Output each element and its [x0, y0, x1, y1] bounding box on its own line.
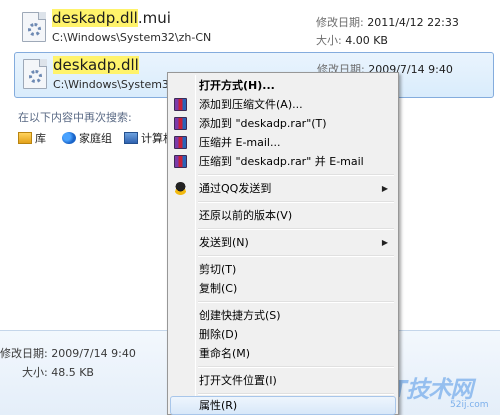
menu-separator: [198, 174, 394, 176]
winrar-icon: [174, 155, 187, 168]
file-name: deskadp.dll.mui: [52, 9, 171, 27]
submenu-arrow-icon: ▶: [381, 184, 388, 193]
menu-separator: [198, 255, 394, 257]
search-again-title: 在以下内容中再次搜索:: [18, 111, 132, 124]
winrar-icon: [174, 98, 187, 111]
menu-item-compress-and-email[interactable]: 压缩并 E-mail...: [170, 133, 396, 152]
result-item-deskadp-dll-mui[interactable]: deskadp.dll.mui C:\Windows\System32\zh-C…: [14, 6, 494, 50]
details-size: 大小: 48.5 KB: [22, 366, 94, 379]
dll-file-icon: [23, 59, 47, 89]
winrar-icon: [174, 117, 187, 130]
library-icon: [18, 132, 32, 144]
menu-item-properties[interactable]: 属性(R): [170, 396, 396, 415]
menu-item-add-to-archive[interactable]: 添加到压缩文件(A)...: [170, 95, 396, 114]
menu-separator: [198, 201, 394, 203]
menu-separator: [198, 228, 394, 230]
menu-item-rename[interactable]: 重命名(M): [170, 344, 396, 363]
qq-icon: [174, 182, 187, 195]
file-name: deskadp.dll: [53, 56, 139, 74]
submenu-arrow-icon: ▶: [381, 238, 388, 247]
details-modified-date: 修改日期: 2009/7/14 9:40: [0, 347, 136, 360]
menu-item-open-with[interactable]: 打开方式(H)...: [170, 76, 396, 95]
menu-separator: [198, 301, 394, 303]
menu-item-cut[interactable]: 剪切(T): [170, 260, 396, 279]
file-path: C:\Windows\System32\zh-CN: [52, 31, 212, 44]
menu-item-copy[interactable]: 复制(C): [170, 279, 396, 298]
computer-icon: [124, 132, 138, 144]
watermark-url: 52ij.com: [450, 400, 489, 410]
menu-separator: [198, 366, 394, 368]
menu-item-delete[interactable]: 删除(D): [170, 325, 396, 344]
menu-item-send-via-qq[interactable]: 通过QQ发送到 ▶: [170, 179, 396, 198]
search-location-library[interactable]: 库: [18, 130, 46, 146]
menu-item-restore-previous-versions[interactable]: 还原以前的版本(V): [170, 206, 396, 225]
file-size: 大小: 4.00 KB: [316, 34, 388, 47]
file-path: C:\Windows\System32: [53, 78, 176, 91]
menu-item-send-to[interactable]: 发送到(N) ▶: [170, 233, 396, 252]
file-icon: [22, 12, 46, 42]
modified-date: 修改日期: 2011/4/12 22:33: [316, 16, 459, 29]
menu-item-add-to-deskadp-rar[interactable]: 添加到 "deskadp.rar"(T): [170, 114, 396, 133]
search-location-homegroup[interactable]: 家庭组: [62, 130, 112, 146]
context-menu: 打开方式(H)... 添加到压缩文件(A)... 添加到 "deskadp.ra…: [167, 72, 399, 415]
menu-item-create-shortcut[interactable]: 创建快捷方式(S): [170, 306, 396, 325]
menu-item-compress-to-rar-and-email[interactable]: 压缩到 "deskadp.rar" 并 E-mail: [170, 152, 396, 171]
menu-separator: [198, 393, 394, 395]
menu-item-open-file-location[interactable]: 打开文件位置(I): [170, 371, 396, 390]
winrar-icon: [174, 136, 187, 149]
homegroup-icon: [62, 132, 76, 144]
